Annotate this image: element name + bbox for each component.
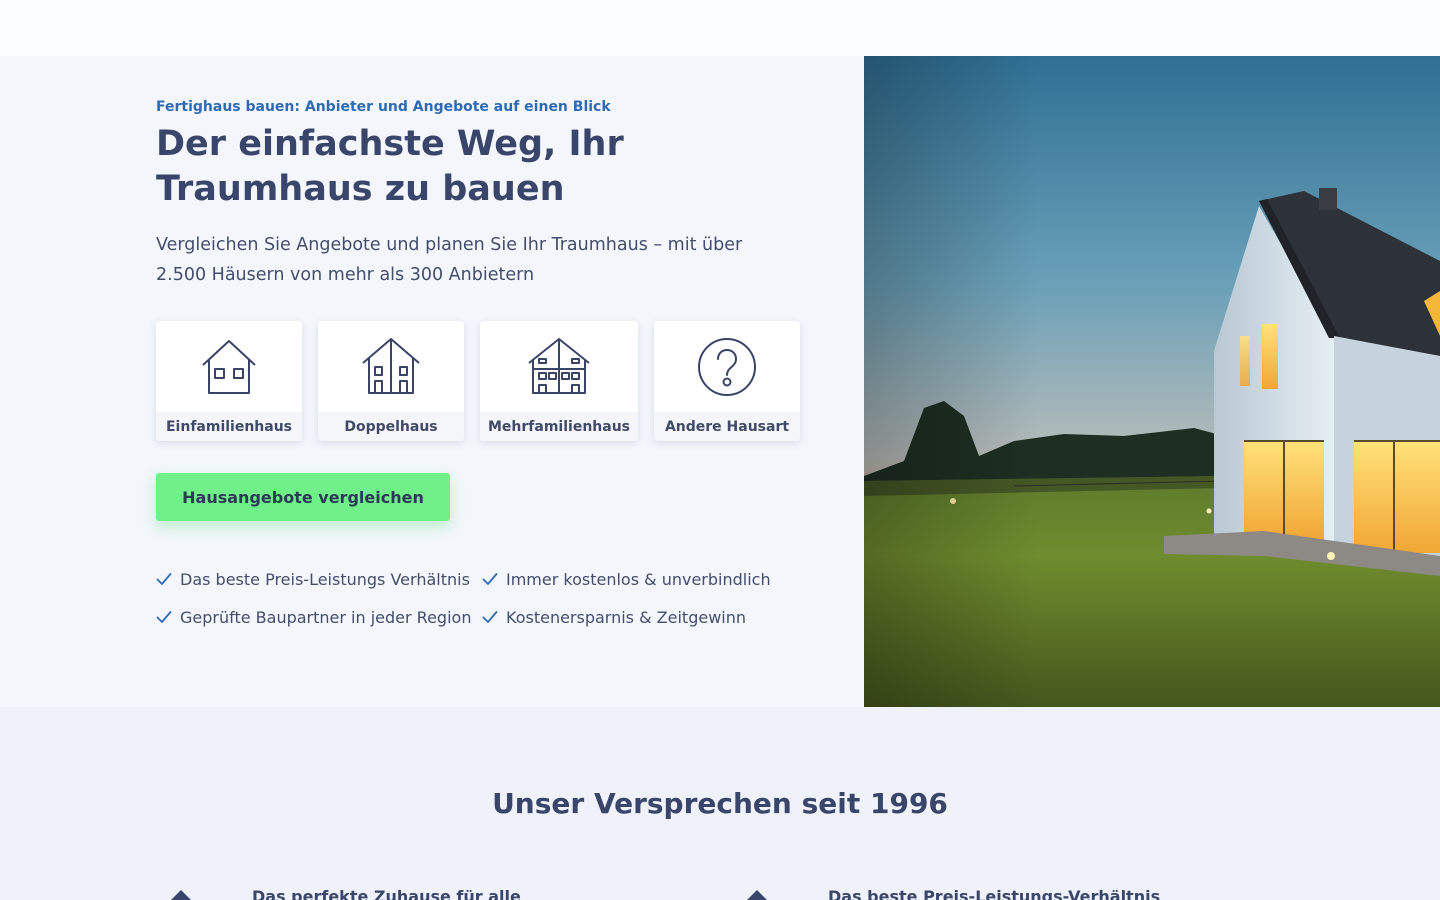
house-type-label: Einfamilienhaus [156, 412, 302, 441]
promise-section: Unser Versprechen seit 1996 Das perfekte… [0, 707, 1440, 900]
feature-title: Das beste Preis-Leistungs-Verhältnis [828, 887, 1161, 900]
house-type-card-multi-family[interactable]: Mehrfamilienhaus [480, 321, 638, 441]
house-roof-icon [171, 890, 191, 900]
check-icon [156, 611, 172, 623]
multi-family-house-icon [480, 335, 638, 399]
house-type-label: Andere Hausart [654, 412, 800, 441]
hero-content: Fertighaus bauen: Anbieter und Angebote … [156, 56, 836, 707]
check-icon [156, 573, 172, 585]
house-type-label: Doppelhaus [318, 412, 464, 441]
promise-title: Unser Versprechen seit 1996 [492, 787, 948, 820]
benefit-item: Kostenersparnis & Zeitgewinn [482, 605, 746, 629]
house-type-label: Mehrfamilienhaus [480, 412, 638, 441]
benefit-text: Geprüfte Baupartner in jeder Region [180, 607, 472, 627]
hero-section: Fertighaus bauen: Anbieter und Angebote … [0, 56, 1440, 707]
benefit-item: Immer kostenlos & unverbindlich [482, 567, 771, 591]
house-type-selector: Einfamilienhaus Doppelhaus Mehrfamilienh… [156, 321, 816, 441]
house-type-card-semi-detached[interactable]: Doppelhaus [318, 321, 464, 441]
hero-eyebrow: Fertighaus bauen: Anbieter und Angebote … [156, 99, 611, 115]
hero-subline: Vergleichen Sie Angebote und planen Sie … [156, 235, 743, 285]
benefit-text: Das beste Preis-Leistungs Verhältnis [180, 569, 470, 589]
question-mark-icon [654, 335, 800, 399]
house-type-card-single-family[interactable]: Einfamilienhaus [156, 321, 302, 441]
hero-house-image [864, 56, 1440, 707]
feature-title: Das perfekte Zuhause für alle [252, 887, 521, 900]
benefit-item: Das beste Preis-Leistungs Verhältnis [156, 567, 470, 591]
single-family-house-icon [156, 335, 302, 399]
check-icon [482, 611, 498, 623]
top-navigation-bar [0, 0, 1440, 56]
benefit-text: Kostenersparnis & Zeitgewinn [506, 607, 746, 627]
compare-offers-button[interactable]: Hausangebote vergleichen [156, 473, 450, 521]
check-icon [482, 573, 498, 585]
benefit-text: Immer kostenlos & unverbindlich [506, 569, 771, 589]
benefit-item: Geprüfte Baupartner in jeder Region [156, 605, 471, 629]
house-type-card-other[interactable]: Andere Hausart [654, 321, 800, 441]
semi-detached-house-icon [318, 335, 464, 399]
hero-headline: Der einfachste Weg, Ihr Traumhaus zu bau… [156, 124, 624, 209]
house-roof-icon [747, 890, 767, 900]
